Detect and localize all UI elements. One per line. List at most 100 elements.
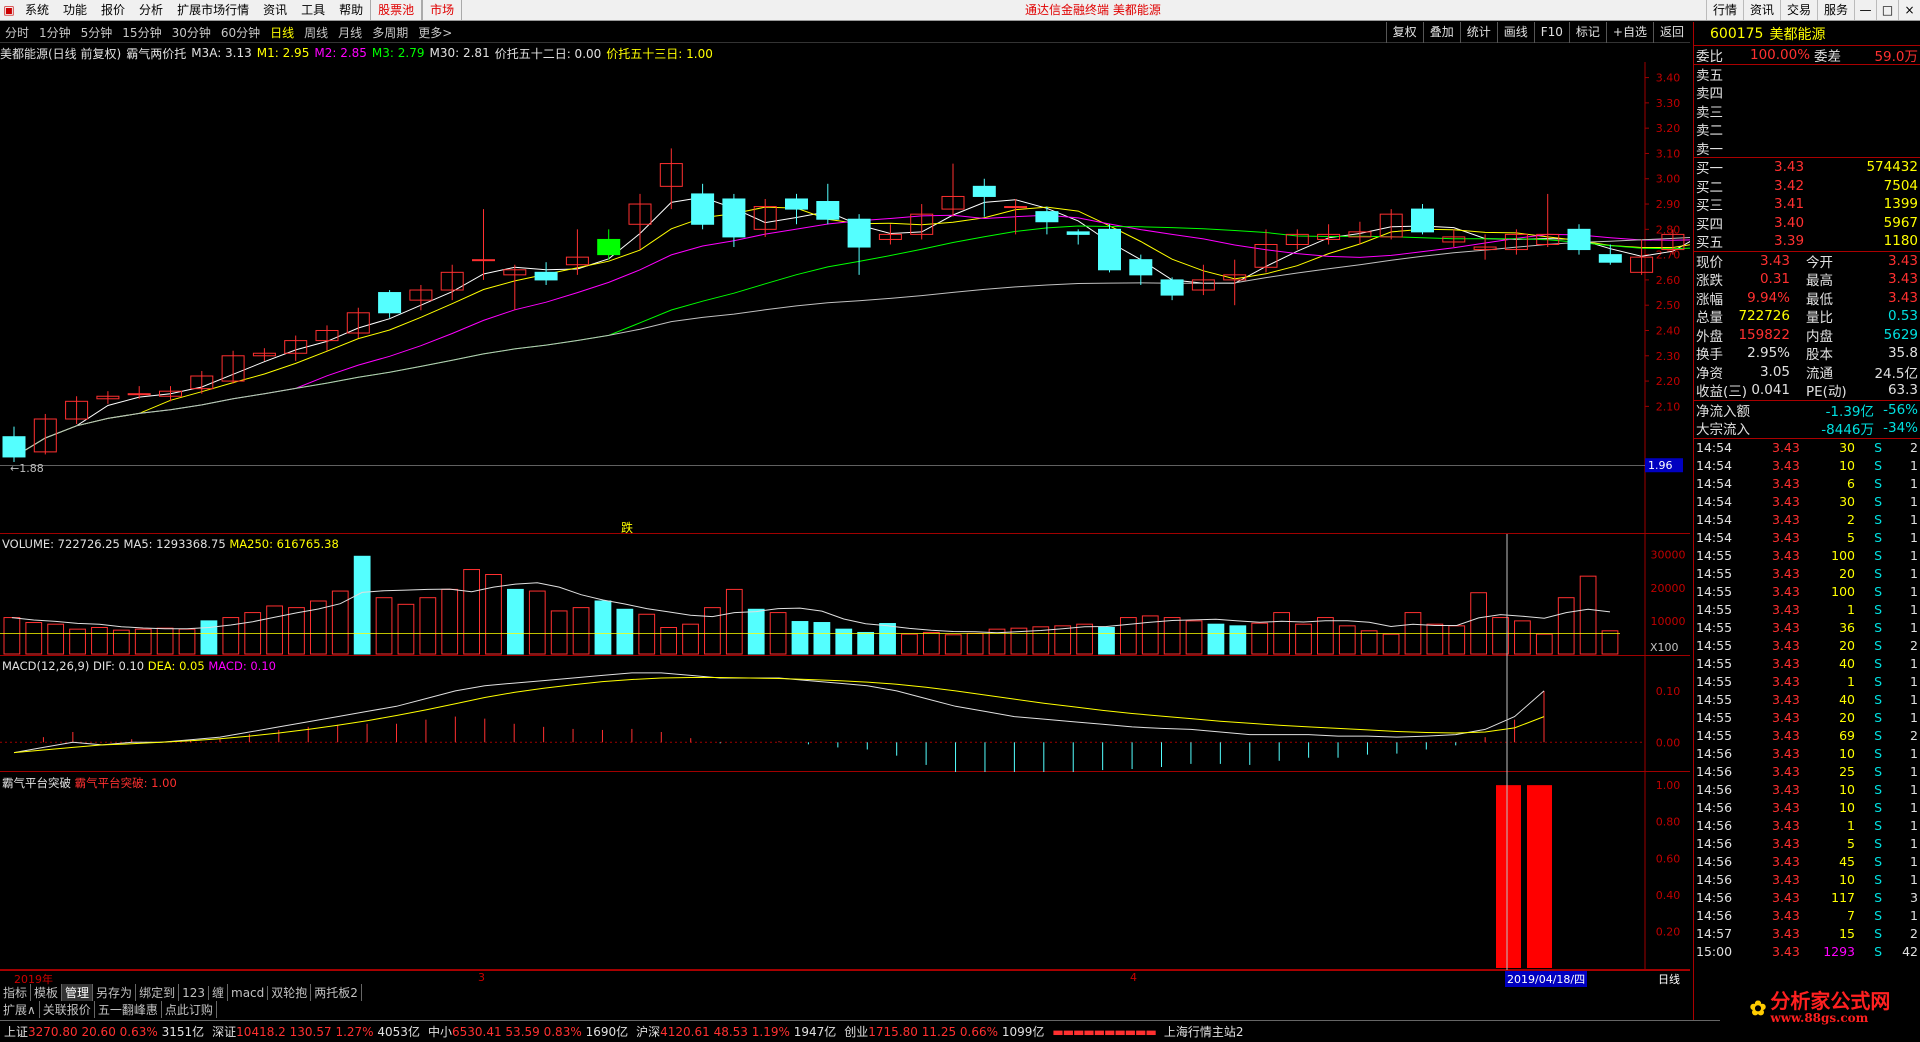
tab-two-tray[interactable]: 两托板2 <box>311 984 362 1001</box>
menu-function[interactable]: 功能 <box>56 0 94 20</box>
period-15min[interactable]: 15分钟 <box>117 24 166 41</box>
indicator-name[interactable]: 霸气两价托 <box>126 45 186 62</box>
tab-related-quote[interactable]: 关联报价 <box>40 1001 95 1018</box>
tool-back[interactable]: 返回 <box>1652 22 1690 43</box>
btn-trade[interactable]: 交易 <box>1779 0 1817 20</box>
candle-body <box>472 259 495 262</box>
flow-pct: -56% <box>1883 401 1918 418</box>
price-tick-label: 3.40 <box>1656 72 1681 85</box>
minimize-icon[interactable]: — <box>1854 0 1876 20</box>
period-monthly[interactable]: 月线 <box>333 24 367 41</box>
tool-add-watch[interactable]: +自选 <box>1605 22 1653 43</box>
maximize-icon[interactable]: □ <box>1876 0 1898 20</box>
quote-header: 600175 美都能源 <box>1694 22 1920 46</box>
tick-time: 14:55 <box>1696 638 1733 653</box>
menu-tools[interactable]: 工具 <box>294 0 332 20</box>
volume-bar <box>178 628 196 655</box>
menu-system[interactable]: 系统 <box>18 0 56 20</box>
menu-market[interactable]: 市场 <box>422 0 463 20</box>
volume-bar <box>1207 623 1225 655</box>
period-30min[interactable]: 30分钟 <box>167 24 216 41</box>
status-hs[interactable]: 沪深4120.61 48.53 1.19% 1947亿 <box>632 1023 840 1040</box>
period-daily[interactable]: 日线 <box>265 24 299 41</box>
breakout-indicator-chart[interactable]: 1.00 0.80 0.60 0.40 0.20 <box>0 772 1690 970</box>
period-5min[interactable]: 5分钟 <box>76 24 118 41</box>
stat-row: 换手 2.95% 股本 35.8 <box>1694 344 1920 363</box>
tab-subscribe[interactable]: 点此订购 <box>162 1001 217 1018</box>
tick-price: 3.43 <box>1772 800 1800 815</box>
candlestick-chart[interactable]: 3.403.303.203.103.002.902.802.702.602.50… <box>0 62 1690 534</box>
period-weekly[interactable]: 周线 <box>299 24 333 41</box>
logo-url: www.88gs.com <box>1770 1010 1869 1025</box>
tab-save-as[interactable]: 另存为 <box>93 984 137 1001</box>
status-station[interactable]: 上海行情主站2 <box>1160 1023 1248 1040</box>
status-sz[interactable]: 深证10418.2 130.57 1.27% 4053亿 <box>208 1023 424 1040</box>
menu-quote[interactable]: 报价 <box>94 0 132 20</box>
tab-123[interactable]: 123 <box>179 985 209 1000</box>
period-intraday[interactable]: 分时 <box>0 24 34 41</box>
tool-overlay[interactable]: 叠加 <box>1422 22 1460 43</box>
btn-quote[interactable]: 行情 <box>1705 0 1743 20</box>
status-cy[interactable]: 创业1715.80 11.25 0.66% 1099亿 <box>840 1023 1048 1040</box>
tab-template[interactable]: 模板 <box>31 984 63 1001</box>
tab-manage[interactable]: 管理 <box>62 984 94 1001</box>
btn-service[interactable]: 服务 <box>1816 0 1854 20</box>
btn-news[interactable]: 资讯 <box>1742 0 1780 20</box>
tick-price: 3.43 <box>1772 638 1800 653</box>
tick-price: 3.43 <box>1772 944 1800 959</box>
tick-price: 3.43 <box>1772 692 1800 707</box>
menu-help[interactable]: 帮助 <box>332 0 370 20</box>
tab-double-wheel[interactable]: 双轮抱 <box>268 984 312 1001</box>
tick-volume: 40 <box>1839 656 1855 671</box>
stat-value-2: 3.43 <box>1887 252 1918 269</box>
period-multi[interactable]: 多周期 <box>367 24 413 41</box>
tool-f10[interactable]: F10 <box>1533 22 1569 43</box>
status-zx[interactable]: 中小6530.41 53.59 0.83% 1690亿 <box>424 1023 632 1040</box>
tick-side: S <box>1874 476 1882 491</box>
price-tick-label: 2.90 <box>1656 198 1681 211</box>
tick-volume: 1 <box>1847 818 1855 833</box>
menu-info[interactable]: 资讯 <box>256 0 294 20</box>
tool-stats[interactable]: 统计 <box>1459 22 1497 43</box>
status-sh[interactable]: 上证3270.80 20.60 0.63% 3151亿 <box>0 1023 208 1040</box>
stat-label-2: 内盘 <box>1806 328 1833 345</box>
ask-label: 卖五 <box>1696 67 1723 84</box>
menu-analysis[interactable]: 分析 <box>132 0 170 20</box>
tick-time: 14:56 <box>1696 746 1733 761</box>
tick-time: 14:55 <box>1696 620 1733 635</box>
period-60min[interactable]: 60分钟 <box>216 24 265 41</box>
tick-volume: 10 <box>1839 800 1855 815</box>
macd-chart[interactable]: 0.10 0.00 <box>0 656 1690 772</box>
period-1min[interactable]: 1分钟 <box>34 24 76 41</box>
signal-strength-icon: ▬▬▬▬▬▬▬▬▬▬ <box>1052 1024 1156 1039</box>
tick-row: 14:55 3.43 40 S 1 <box>1694 691 1920 709</box>
tool-draw[interactable]: 画线 <box>1496 22 1534 43</box>
tool-mark[interactable]: 标记 <box>1568 22 1606 43</box>
menu-stock-pool[interactable]: 股票池 <box>370 0 423 20</box>
tick-volume: 10 <box>1839 746 1855 761</box>
tab-indicator[interactable]: 指标 <box>0 984 32 1001</box>
tick-volume: 15 <box>1839 926 1855 941</box>
tab-macd[interactable]: macd <box>228 985 269 1000</box>
volume-bar <box>222 617 240 655</box>
tool-restore-rights[interactable]: 复权 <box>1385 22 1423 43</box>
menu-ext-market[interactable]: 扩展市场行情 <box>170 0 256 20</box>
breakout-legend: 霸气平台突破 霸气平台突破: 1.00 <box>2 775 177 791</box>
period-more[interactable]: 更多> <box>413 24 457 41</box>
tick-volume: 30 <box>1839 440 1855 455</box>
tab-bind[interactable]: 绑定到 <box>136 984 180 1001</box>
tab-chan[interactable]: 缠 <box>209 984 228 1001</box>
tick-side: S <box>1874 602 1882 617</box>
tick-row: 14:55 3.43 40 S 1 <box>1694 655 1920 673</box>
tick-count: 1 <box>1910 800 1918 815</box>
volume-chart[interactable]: 30000 20000 10000 X100 <box>0 534 1690 656</box>
volume-bar <box>69 628 86 655</box>
tab-extend[interactable]: 扩展∧ <box>0 1001 40 1018</box>
tick-list[interactable]: 14:54 3.43 30 S 2 14:54 3.43 10 S 1 14:54 3.43 6 S 1 14… <box>1694 439 1920 961</box>
stock-code: 600175 <box>1710 25 1764 42</box>
volume-bar <box>266 605 283 655</box>
tab-promo[interactable]: 五一翻峰惠 <box>95 1001 162 1018</box>
close-icon[interactable]: × <box>1898 0 1920 20</box>
tick-time: 14:55 <box>1696 710 1733 725</box>
window-title: 通达信金融终端 美都能源 <box>1025 3 1161 17</box>
